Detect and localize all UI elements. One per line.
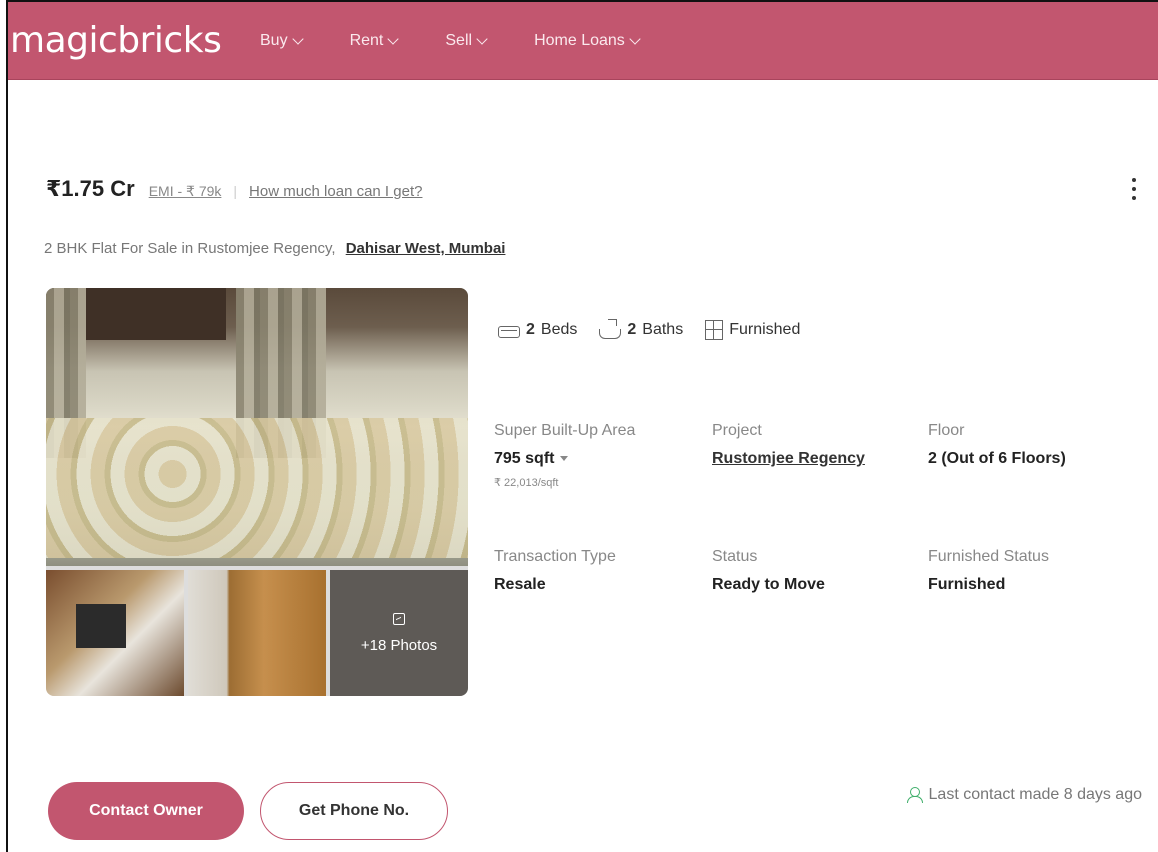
separator: |	[233, 183, 238, 199]
baths-count: 2	[627, 321, 637, 338]
get-phone-button[interactable]: Get Phone No.	[260, 782, 448, 840]
status-value: Ready to Move	[712, 576, 825, 593]
chevron-down-icon	[387, 33, 400, 45]
furnished-status-value: Furnished	[928, 576, 1006, 593]
furnished-status-cell: Furnished Status Furnished	[928, 548, 1049, 594]
page-frame: magicbricks Buy Rent Sell Home Loans ₹1.…	[6, 0, 1158, 852]
chevron-down-icon	[476, 33, 488, 45]
emi-link[interactable]: EMI - ₹ 79k	[149, 183, 222, 200]
photo-gallery: +18 Photos	[46, 288, 468, 696]
listing-subtitle: 2 BHK Flat For Sale in Rustomjee Regency…	[44, 240, 505, 257]
transaction-label: Transaction Type	[494, 548, 616, 565]
window	[86, 288, 226, 340]
bed-icon	[498, 326, 520, 338]
project-label: Project	[712, 422, 762, 439]
listing-price: ₹1.75 Cr	[46, 176, 135, 201]
dot	[1132, 196, 1136, 200]
last-contact-info: Last contact made 8 days ago	[906, 786, 1142, 804]
nav-buy[interactable]: Buy	[260, 32, 304, 50]
tv	[76, 604, 126, 648]
thumbnail-photo[interactable]	[188, 570, 326, 696]
dot	[1132, 178, 1136, 182]
furnished-label: Furnished	[729, 321, 801, 338]
nav-rent[interactable]: Rent	[349, 32, 400, 50]
person-icon	[906, 787, 923, 803]
contact-owner-button[interactable]: Contact Owner	[48, 782, 244, 840]
main-nav: Buy Rent Sell Home Loans	[260, 32, 687, 50]
project-link[interactable]: Rustomjee Regency	[712, 450, 865, 468]
more-photos-label: +18 Photos	[360, 636, 438, 654]
chevron-down-icon	[629, 33, 641, 45]
price-per-sqft: ₹ 22,013/sqft	[494, 477, 559, 489]
status-label: Status	[712, 548, 758, 565]
baths-label: Baths	[642, 321, 684, 338]
baths-fact: 2 Baths	[599, 319, 684, 339]
nav-rent-label: Rent	[349, 32, 384, 49]
bed	[46, 418, 468, 558]
thumbnail-photo[interactable]	[46, 570, 184, 696]
main-photo[interactable]	[46, 288, 468, 566]
super-area-value[interactable]: 795 sqft	[494, 450, 635, 468]
location-link[interactable]: Dahisar West, Mumbai	[346, 240, 506, 257]
magicbricks-logo[interactable]: magicbricks	[10, 20, 222, 61]
bathtub-icon	[599, 319, 622, 339]
transaction-value: Resale	[494, 576, 546, 593]
price-row: ₹1.75 Cr EMI - ₹ 79k | How much loan can…	[46, 176, 422, 202]
image-icon	[393, 612, 405, 625]
caret-down-icon	[560, 456, 569, 462]
loan-calculator-link[interactable]: How much loan can I get?	[249, 183, 422, 200]
status-cell: Status Ready to Move	[712, 548, 825, 594]
floor-value: 2 (Out of 6 Floors)	[928, 450, 1066, 467]
beds-fact: 2 Beds	[498, 321, 577, 339]
project-cell: Project Rustomjee Regency	[712, 422, 865, 468]
chevron-down-icon	[291, 33, 304, 45]
dot	[1132, 187, 1136, 191]
super-area-label: Super Built-Up Area	[494, 422, 636, 439]
wardrobe-icon	[705, 320, 724, 340]
nav-buy-label: Buy	[260, 32, 288, 49]
last-contact-text: Last contact made 8 days ago	[928, 786, 1142, 803]
transaction-cell: Transaction Type Resale	[494, 548, 616, 594]
super-area-cell: Super Built-Up Area 795 sqft ₹ 22,013/sq…	[494, 422, 635, 489]
nav-home-loans-label: Home Loans	[534, 32, 625, 49]
key-facts: 2 Beds 2 Baths Furnished	[498, 319, 800, 340]
furnished-fact: Furnished	[705, 320, 800, 340]
top-navbar: magicbricks Buy Rent Sell Home Loans	[8, 2, 1158, 80]
furnished-status-label: Furnished Status	[928, 548, 1049, 565]
floor-label: Floor	[928, 422, 965, 439]
more-photos-button[interactable]: +18 Photos	[330, 570, 468, 696]
nav-sell-label: Sell	[445, 32, 473, 49]
listing-title: 2 BHK Flat For Sale in Rustomjee Regency…	[44, 240, 336, 257]
nav-sell[interactable]: Sell	[445, 32, 488, 50]
more-options-button[interactable]	[1124, 172, 1144, 206]
nav-home-loans[interactable]: Home Loans	[534, 32, 641, 50]
super-area-text: 795 sqft	[494, 450, 555, 467]
beds-count: 2	[526, 321, 535, 338]
floor-cell: Floor 2 (Out of 6 Floors)	[928, 422, 1066, 468]
thumbnail-strip: +18 Photos	[46, 570, 468, 696]
beds-label: Beds	[540, 321, 578, 338]
